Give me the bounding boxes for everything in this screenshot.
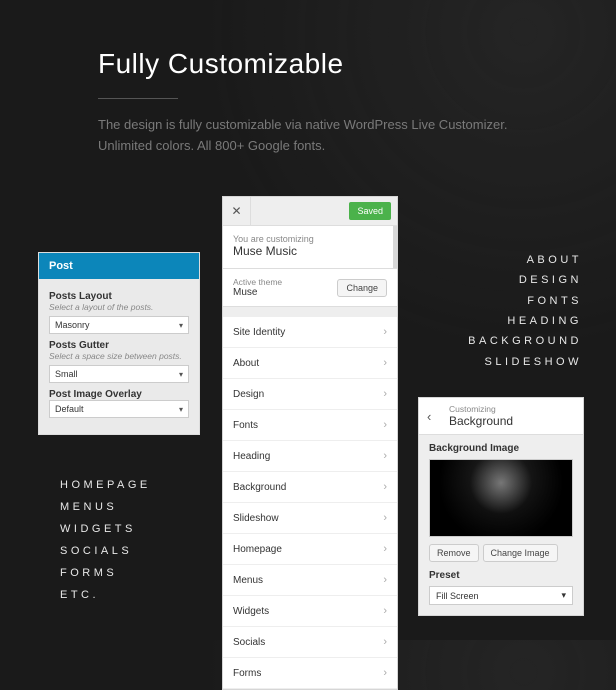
list-item: ETC.: [60, 584, 151, 606]
background-image-preview[interactable]: [429, 459, 573, 537]
post-field-value: Small: [55, 369, 78, 379]
caret-down-icon: ▾: [179, 321, 183, 330]
change-theme-button[interactable]: Change: [337, 279, 387, 297]
background-panel-header: ‹ Customizing Background: [419, 398, 583, 435]
section-label: Slideshow: [233, 513, 279, 524]
customizer-section-row[interactable]: Menus ›: [223, 565, 397, 596]
section-label: Menus: [233, 575, 263, 586]
post-field-label: Post Image Overlay: [49, 389, 189, 400]
background-panel: ‹ Customizing Background Background Imag…: [418, 397, 584, 616]
breadcrumb-label: Customizing: [449, 404, 513, 414]
list-item: HOMEPAGE: [60, 474, 151, 496]
active-theme-row: Active theme Muse Change: [223, 269, 397, 307]
list-item: HEADING: [468, 311, 582, 331]
list-item: ABOUT: [468, 250, 582, 270]
customizer-heading: You are customizing Muse Music: [223, 226, 397, 269]
back-icon[interactable]: ‹: [427, 409, 443, 424]
list-item: MENUS: [60, 496, 151, 518]
section-label: Heading: [233, 451, 270, 462]
customizer-section-row[interactable]: Site Identity ›: [223, 317, 397, 348]
active-theme-name: Muse: [233, 287, 282, 298]
chevron-right-icon: ›: [383, 326, 387, 338]
scrollbar[interactable]: [393, 226, 397, 268]
chevron-right-icon: ›: [383, 543, 387, 555]
section-label: Socials: [233, 637, 265, 648]
change-image-button[interactable]: Change Image: [483, 544, 558, 562]
post-field-select[interactable]: Small ▾: [49, 365, 189, 383]
section-label: Forms: [233, 668, 261, 679]
customizer-section-row[interactable]: Widgets ›: [223, 596, 397, 627]
chevron-right-icon: ›: [383, 357, 387, 369]
feature-list-right: ABOUTDESIGNFONTSHEADINGBACKGROUNDSLIDESH…: [468, 250, 582, 372]
background-image-label: Background Image: [429, 443, 573, 454]
customizer-panel: ✕ Saved You are customizing Muse Music A…: [222, 196, 398, 690]
close-icon[interactable]: ✕: [223, 197, 251, 225]
chevron-right-icon: ›: [383, 419, 387, 431]
chevron-right-icon: ›: [383, 574, 387, 586]
chevron-right-icon: ›: [383, 636, 387, 648]
active-theme-label: Active theme: [233, 277, 282, 287]
list-item: FONTS: [468, 291, 582, 311]
post-field-value: Masonry: [55, 320, 90, 330]
section-label: Widgets: [233, 606, 269, 617]
caret-down-icon: ▾: [561, 590, 566, 601]
list-item: SLIDESHOW: [468, 352, 582, 372]
customizer-section-row[interactable]: Slideshow ›: [223, 503, 397, 534]
section-label: Homepage: [233, 544, 282, 555]
chevron-right-icon: ›: [383, 388, 387, 400]
spacer: [223, 307, 397, 317]
customizer-section-row[interactable]: About ›: [223, 348, 397, 379]
caret-down-icon: ▾: [179, 370, 183, 379]
post-field-label: Posts Layout: [49, 291, 189, 302]
saved-button[interactable]: Saved: [349, 202, 391, 220]
post-field-label: Posts Gutter: [49, 340, 189, 351]
customizer-topbar: ✕ Saved: [223, 197, 397, 226]
section-label: Site Identity: [233, 327, 285, 338]
customizing-label: You are customizing: [233, 234, 387, 244]
feature-list-left: HOMEPAGEMENUSWIDGETSSOCIALSFORMSETC.: [60, 474, 151, 606]
post-field-hint: Select a layout of the posts.: [49, 302, 189, 312]
post-field-select[interactable]: Masonry ▾: [49, 316, 189, 334]
preset-label: Preset: [429, 570, 573, 581]
customizer-section-row[interactable]: Socials ›: [223, 627, 397, 658]
page-description: The design is fully customizable via nat…: [0, 99, 616, 157]
customizer-section-row[interactable]: Design ›: [223, 379, 397, 410]
customizer-section-row[interactable]: Homepage ›: [223, 534, 397, 565]
site-title: Muse Music: [233, 244, 387, 258]
customizer-section-row[interactable]: Fonts ›: [223, 410, 397, 441]
chevron-right-icon: ›: [383, 450, 387, 462]
list-item: WIDGETS: [60, 518, 151, 540]
post-panel-header: Post: [39, 253, 199, 279]
customizer-section-row[interactable]: Heading ›: [223, 441, 397, 472]
list-item: BACKGROUND: [468, 331, 582, 351]
list-item: SOCIALS: [60, 540, 151, 562]
section-label: Design: [233, 389, 264, 400]
caret-down-icon: ▾: [179, 405, 183, 414]
chevron-right-icon: ›: [383, 512, 387, 524]
breadcrumb-title: Background: [449, 414, 513, 428]
chevron-right-icon: ›: [383, 667, 387, 679]
customizer-section-row[interactable]: Forms ›: [223, 658, 397, 689]
section-label: Background: [233, 482, 286, 493]
chevron-right-icon: ›: [383, 605, 387, 617]
post-field-value: Default: [55, 404, 84, 414]
post-field-hint: Select a space size between posts.: [49, 351, 189, 361]
chevron-right-icon: ›: [383, 481, 387, 493]
section-label: About: [233, 358, 259, 369]
page-title: Fully Customizable: [0, 0, 616, 80]
post-panel-body: Posts LayoutSelect a layout of the posts…: [39, 279, 199, 434]
customizer-section-row[interactable]: Background ›: [223, 472, 397, 503]
preset-select[interactable]: Fill Screen ▾: [429, 586, 573, 605]
preset-value: Fill Screen: [436, 591, 479, 601]
post-field-select[interactable]: Default ▾: [49, 400, 189, 418]
list-item: DESIGN: [468, 270, 582, 290]
list-item: FORMS: [60, 562, 151, 584]
remove-image-button[interactable]: Remove: [429, 544, 479, 562]
section-label: Fonts: [233, 420, 258, 431]
post-settings-panel: Post Posts LayoutSelect a layout of the …: [38, 252, 200, 435]
